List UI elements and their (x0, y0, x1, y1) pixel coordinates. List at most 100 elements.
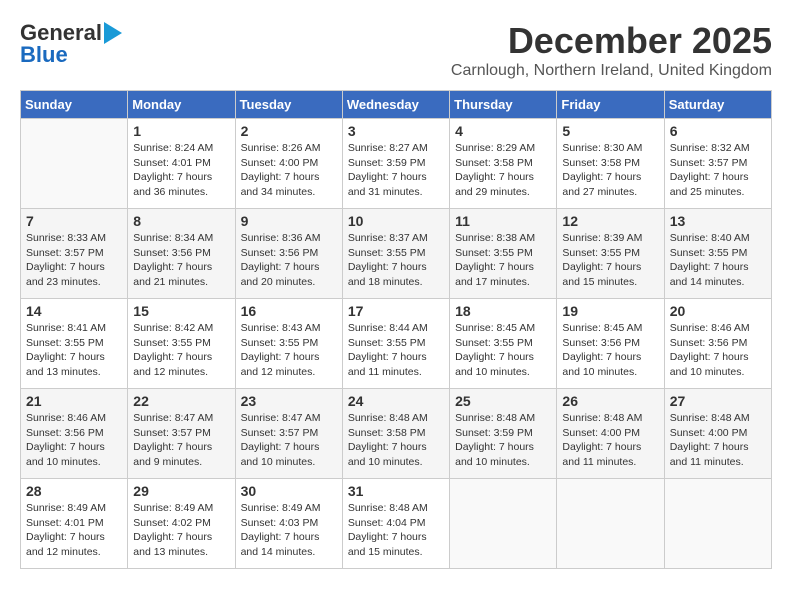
calendar-table: Sunday Monday Tuesday Wednesday Thursday… (20, 90, 772, 569)
day-cell: 12Sunrise: 8:39 AMSunset: 3:55 PMDayligh… (557, 209, 664, 299)
day-cell: 28 Sunrise: 8:49 AMSunset: 4:01 PMDayligh… (21, 479, 128, 569)
day-number: 27 (670, 393, 766, 409)
day-info: Sunrise: 8:38 AMSunset: 3:55 PMDaylight:… (455, 231, 551, 290)
day-info: Sunrise: 8:47 AMSunset: 3:57 PMDaylight:… (241, 411, 337, 470)
day-number: 2 (241, 123, 337, 139)
day-number: 8 (133, 213, 229, 229)
day-number: 17 (348, 303, 444, 319)
day-number: 20 (670, 303, 766, 319)
day-cell (450, 479, 557, 569)
day-cell: 29 Sunrise: 8:49 AMSunset: 4:02 PMDayligh… (128, 479, 235, 569)
day-info: Sunrise: 8:32 AMSunset: 3:57 PMDaylight:… (670, 141, 766, 200)
day-info: Sunrise: 8:40 AMSunset: 3:55 PMDaylight:… (670, 231, 766, 290)
day-cell (557, 479, 664, 569)
day-cell: 25Sunrise: 8:48 AMSunset: 3:59 PMDayligh… (450, 389, 557, 479)
day-info: Sunrise: 8:36 AMSunset: 3:56 PMDaylight:… (241, 231, 337, 290)
day-info: Sunrise: 8:45 AMSunset: 3:56 PMDaylight:… (562, 321, 658, 380)
day-info: Sunrise: 8:48 AMSunset: 4:04 PMDaylight:… (348, 501, 444, 560)
day-number: 14 (26, 303, 122, 319)
day-cell: 20 Sunrise: 8:46 AMSunset: 3:56 PMDayligh… (664, 299, 771, 389)
day-cell: 11 Sunrise: 8:38 AMSunset: 3:55 PMDayligh… (450, 209, 557, 299)
day-number: 18 (455, 303, 551, 319)
day-number: 26 (562, 393, 658, 409)
day-number: 28 (26, 483, 122, 499)
week-row-5: 28 Sunrise: 8:49 AMSunset: 4:01 PMDayligh… (21, 479, 772, 569)
day-cell: 15 Sunrise: 8:42 AMSunset: 3:55 PMDayligh… (128, 299, 235, 389)
day-cell: 22 Sunrise: 8:47 AMSunset: 3:57 PMDayligh… (128, 389, 235, 479)
day-info: Sunrise: 8:49 AMSunset: 4:01 PMDaylight:… (26, 501, 122, 560)
day-info: Sunrise: 8:48 AMSunset: 3:58 PMDaylight:… (348, 411, 444, 470)
page-header: General Blue December 2025 Carnlough, No… (20, 20, 772, 80)
day-cell: 30 Sunrise: 8:49 AMSunset: 4:03 PMDayligh… (235, 479, 342, 569)
day-info: Sunrise: 8:34 AMSunset: 3:56 PMDaylight:… (133, 231, 229, 290)
header-monday: Monday (128, 91, 235, 119)
day-cell: 1 Sunrise: 8:24 AMSunset: 4:01 PMDaylight… (128, 119, 235, 209)
day-number: 29 (133, 483, 229, 499)
day-cell: 19 Sunrise: 8:45 AMSunset: 3:56 PMDayligh… (557, 299, 664, 389)
header-wednesday: Wednesday (342, 91, 449, 119)
day-info: Sunrise: 8:46 AMSunset: 3:56 PMDaylight:… (26, 411, 122, 470)
day-cell: 14 Sunrise: 8:41 AMSunset: 3:55 PMDayligh… (21, 299, 128, 389)
day-number: 3 (348, 123, 444, 139)
day-info: Sunrise: 8:42 AMSunset: 3:55 PMDaylight:… (133, 321, 229, 380)
day-info: Sunrise: 8:48 AMSunset: 4:00 PMDaylight:… (562, 411, 658, 470)
day-info: Sunrise: 8:47 AMSunset: 3:57 PMDaylight:… (133, 411, 229, 470)
week-row-1: 1 Sunrise: 8:24 AMSunset: 4:01 PMDaylight… (21, 119, 772, 209)
day-info: Sunrise: 8:30 AMSunset: 3:58 PMDaylight:… (562, 141, 658, 200)
day-cell: 3 Sunrise: 8:27 AMSunset: 3:59 PMDaylight… (342, 119, 449, 209)
day-number: 7 (26, 213, 122, 229)
day-number: 15 (133, 303, 229, 319)
day-info: Sunrise: 8:49 AMSunset: 4:02 PMDaylight:… (133, 501, 229, 560)
day-cell: 4Sunrise: 8:29 AMSunset: 3:58 PMDaylight… (450, 119, 557, 209)
day-info: Sunrise: 8:49 AMSunset: 4:03 PMDaylight:… (241, 501, 337, 560)
day-cell: 18 Sunrise: 8:45 AMSunset: 3:55 PMDayligh… (450, 299, 557, 389)
day-number: 30 (241, 483, 337, 499)
day-info: Sunrise: 8:48 AMSunset: 3:59 PMDaylight:… (455, 411, 551, 470)
day-info: Sunrise: 8:33 AMSunset: 3:57 PMDaylight:… (26, 231, 122, 290)
day-cell: 9 Sunrise: 8:36 AMSunset: 3:56 PMDaylight… (235, 209, 342, 299)
logo: General Blue (20, 20, 134, 68)
title-area: December 2025 Carnlough, Northern Irelan… (451, 20, 772, 80)
day-info: Sunrise: 8:45 AMSunset: 3:55 PMDaylight:… (455, 321, 551, 380)
day-info: Sunrise: 8:24 AMSunset: 4:01 PMDaylight:… (133, 141, 229, 200)
week-row-4: 21 Sunrise: 8:46 AMSunset: 3:56 PMDayligh… (21, 389, 772, 479)
day-number: 22 (133, 393, 229, 409)
header-friday: Friday (557, 91, 664, 119)
day-number: 31 (348, 483, 444, 499)
weekday-header-row: Sunday Monday Tuesday Wednesday Thursday… (21, 91, 772, 119)
day-number: 21 (26, 393, 122, 409)
header-sunday: Sunday (21, 91, 128, 119)
day-number: 16 (241, 303, 337, 319)
logo-arrow-icon (104, 22, 134, 44)
day-info: Sunrise: 8:44 AMSunset: 3:55 PMDaylight:… (348, 321, 444, 380)
day-info: Sunrise: 8:26 AMSunset: 4:00 PMDaylight:… (241, 141, 337, 200)
day-number: 24 (348, 393, 444, 409)
day-cell: 13 Sunrise: 8:40 AMSunset: 3:55 PMDayligh… (664, 209, 771, 299)
day-cell: 26 Sunrise: 8:48 AMSunset: 4:00 PMDayligh… (557, 389, 664, 479)
day-info: Sunrise: 8:46 AMSunset: 3:56 PMDaylight:… (670, 321, 766, 380)
day-cell: 2 Sunrise: 8:26 AMSunset: 4:00 PMDaylight… (235, 119, 342, 209)
day-info: Sunrise: 8:27 AMSunset: 3:59 PMDaylight:… (348, 141, 444, 200)
week-row-3: 14 Sunrise: 8:41 AMSunset: 3:55 PMDayligh… (21, 299, 772, 389)
day-number: 23 (241, 393, 337, 409)
day-cell: 16 Sunrise: 8:43 AMSunset: 3:55 PMDayligh… (235, 299, 342, 389)
location-title: Carnlough, Northern Ireland, United King… (451, 62, 772, 80)
day-cell: 21 Sunrise: 8:46 AMSunset: 3:56 PMDayligh… (21, 389, 128, 479)
week-row-2: 7 Sunrise: 8:33 AMSunset: 3:57 PMDaylight… (21, 209, 772, 299)
day-info: Sunrise: 8:43 AMSunset: 3:55 PMDaylight:… (241, 321, 337, 380)
day-cell (664, 479, 771, 569)
header-tuesday: Tuesday (235, 91, 342, 119)
day-info: Sunrise: 8:41 AMSunset: 3:55 PMDaylight:… (26, 321, 122, 380)
day-number: 1 (133, 123, 229, 139)
day-cell: 7 Sunrise: 8:33 AMSunset: 3:57 PMDaylight… (21, 209, 128, 299)
day-cell: 8 Sunrise: 8:34 AMSunset: 3:56 PMDaylight… (128, 209, 235, 299)
day-number: 13 (670, 213, 766, 229)
logo-text-blue: Blue (20, 42, 68, 68)
day-number: 9 (241, 213, 337, 229)
day-info: Sunrise: 8:29 AMSunset: 3:58 PMDaylight:… (455, 141, 551, 200)
day-info: Sunrise: 8:39 AMSunset: 3:55 PMDaylight:… (562, 231, 658, 290)
day-number: 19 (562, 303, 658, 319)
day-number: 11 (455, 213, 551, 229)
day-cell (21, 119, 128, 209)
day-info: Sunrise: 8:48 AMSunset: 4:00 PMDaylight:… (670, 411, 766, 470)
